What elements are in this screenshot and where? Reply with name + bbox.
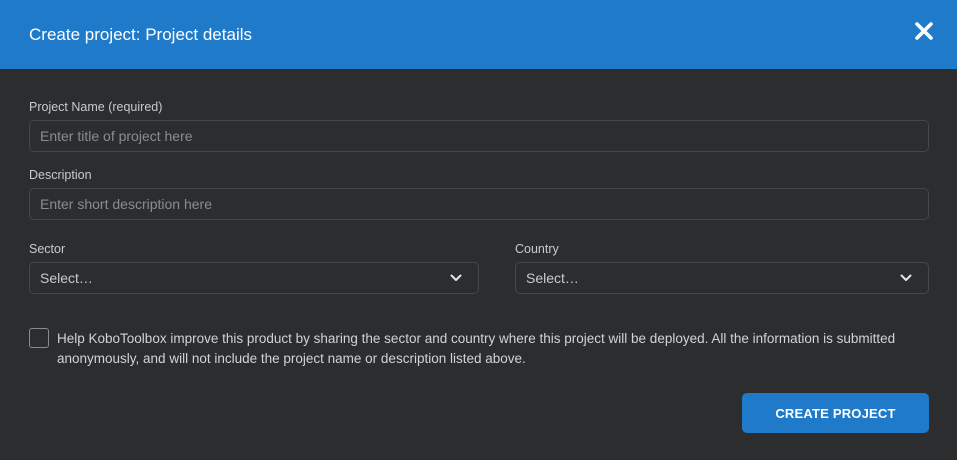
chevron-down-icon [450,273,462,283]
sector-selected-value: Select… [40,270,93,286]
close-icon [915,22,933,40]
sector-label: Sector [29,242,66,256]
modal-title: Create project: Project details [29,25,252,44]
create-project-button[interactable]: CREATE PROJECT [742,393,929,433]
country-selected-value: Select… [526,270,579,286]
country-label: Country [515,242,559,256]
modal-header: Create project: Project details [0,0,957,69]
description-label: Description [29,168,92,182]
project-name-label: Project Name (required) [29,100,163,114]
create-project-modal: Create project: Project details Project … [0,0,957,460]
share-consent-text: Help KoboToolbox improve this product by… [57,331,896,366]
sector-select[interactable]: Select… [29,262,479,294]
chevron-down-icon [900,273,912,283]
close-button[interactable] [911,18,937,44]
country-select[interactable]: Select… [515,262,929,294]
project-name-input[interactable] [29,120,929,152]
share-consent-checkbox[interactable] [29,328,49,348]
description-input[interactable] [29,188,929,220]
